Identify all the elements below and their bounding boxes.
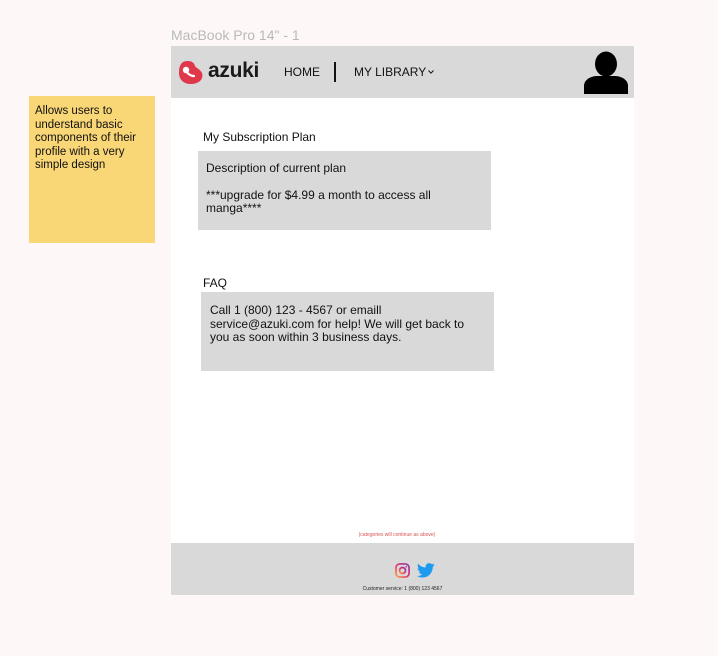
frame-title: MacBook Pro 14" - 1 (171, 27, 300, 43)
azuki-logo-icon (179, 61, 203, 84)
footer-bar: Customer service: 1 (800) 123 4567 (171, 543, 634, 595)
upgrade-offer[interactable]: ***upgrade for $4.99 a month to access a… (206, 188, 483, 216)
plan-description: Description of current plan (206, 161, 347, 175)
top-nav-bar: azuki HOME MY LIBRARY (171, 46, 634, 98)
customer-service-text: Customer service: 1 (800) 123 4567 (362, 586, 443, 592)
faq-heading: FAQ (203, 276, 228, 290)
faq-panel: Call 1 (800) 123 - 4567 or emaill servic… (201, 292, 494, 371)
sticky-note: Allows users to understand basic compone… (29, 96, 155, 243)
subscription-plan-panel: Description of current plan ***upgrade f… (198, 151, 491, 230)
nav-my-library-label: MY LIBRARY (354, 65, 427, 79)
azuki-logo-text[interactable]: azuki (208, 59, 259, 83)
instagram-icon[interactable] (395, 563, 410, 578)
avatar-icon[interactable] (582, 50, 630, 94)
nav-my-library-dropdown[interactable]: MY LIBRARY (354, 65, 435, 79)
nav-home-link[interactable]: HOME (284, 65, 320, 79)
faq-text: Call 1 (800) 123 - 4567 or emaill servic… (210, 303, 465, 344)
categories-note: (categories will continue as above) (358, 532, 436, 538)
subscription-heading: My Subscription Plan (203, 130, 316, 144)
nav-divider (334, 62, 336, 82)
chevron-down-icon (428, 70, 435, 74)
profile-page-frame: azuki HOME MY LIBRARY My Subscription Pl… (171, 46, 634, 595)
twitter-icon[interactable] (417, 562, 435, 579)
